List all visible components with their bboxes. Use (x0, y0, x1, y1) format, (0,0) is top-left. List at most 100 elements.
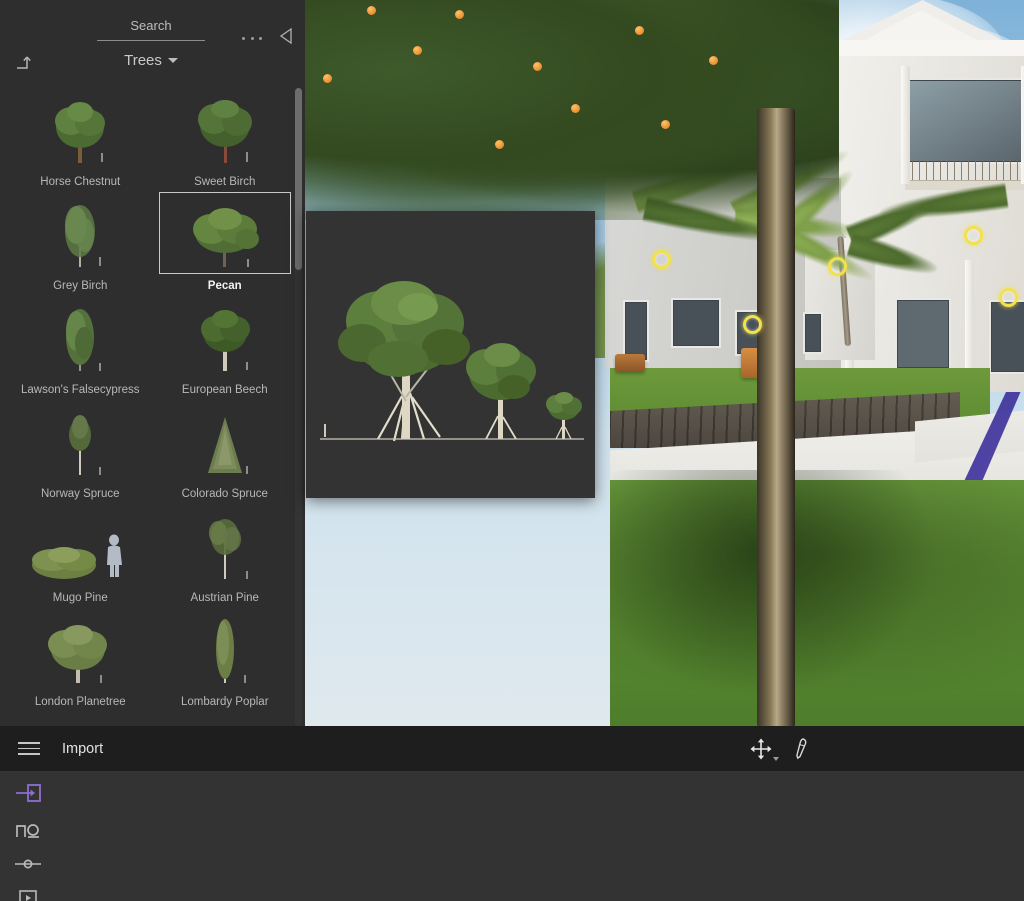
asset-label: Grey Birch (53, 280, 108, 292)
preview-tree-render (320, 281, 584, 442)
asset-thumbnail (153, 710, 298, 726)
settings-tab[interactable] (11, 856, 45, 872)
asset-label: Mugo Pine (52, 592, 108, 604)
import-panel: Import SKP ...winmotiontest02 (0, 771, 1024, 901)
asset-item-european-beech[interactable]: European Beech (153, 294, 298, 398)
balcony-railing (905, 160, 1023, 182)
scene-hotspot[interactable] (964, 226, 983, 245)
asset-item-london-planetree[interactable]: London Planetree (8, 606, 153, 710)
toolbar-title: Import (62, 740, 104, 757)
window (671, 298, 721, 348)
asset-item-grey-birch[interactable]: Grey Birch (8, 190, 153, 294)
collapse-panel-button[interactable] (279, 27, 295, 50)
tree-thumbnail-icon (208, 519, 248, 579)
asset-label: Colorado Spruce (181, 488, 268, 500)
asset-thumbnail (153, 86, 298, 173)
scrollbar-thumb[interactable] (295, 88, 302, 270)
asset-thumbnail (8, 294, 153, 381)
preview-tree-small (546, 392, 582, 440)
outdoor-bench (615, 354, 645, 372)
asset-label: London Planetree (34, 696, 126, 708)
playback-tab[interactable] (11, 887, 45, 901)
up-level-button[interactable] (12, 52, 32, 77)
slider-icon (15, 859, 41, 869)
bottom-toolbar: Import (0, 726, 1024, 771)
play-frame-icon (19, 890, 37, 901)
tree-thumbnail-icon (48, 625, 108, 683)
panel-tab-rail (0, 771, 56, 901)
asset-item-lombardy-poplar[interactable]: Lombardy Poplar (153, 606, 298, 710)
human-scale-figure (107, 534, 123, 577)
scene-hotspot[interactable] (999, 288, 1018, 307)
asset-item-mugo-pine[interactable]: Mugo Pine (8, 502, 153, 606)
asset-preview-panel (306, 211, 595, 498)
tree-thumbnail-icon (197, 100, 252, 163)
asset-label: Norway Spruce (40, 488, 120, 500)
scale-marker (324, 424, 326, 437)
asset-thumbnail (8, 606, 153, 693)
tree-thumbnail-icon (32, 534, 123, 579)
asset-browser-panel: Trees Horse Chestnut (0, 0, 305, 726)
pen-tool-button[interactable] (790, 736, 812, 762)
column (901, 66, 910, 184)
asset-thumbnail (8, 710, 153, 726)
fruit (635, 26, 644, 35)
toolbar-tools (748, 726, 812, 771)
window (803, 312, 823, 354)
hamburger-menu-icon (18, 747, 40, 750)
application-window: Trees Horse Chestnut (0, 0, 1024, 901)
fruit (495, 140, 504, 149)
asset-thumbnail (153, 398, 298, 485)
asset-label: Horse Chestnut (40, 176, 121, 188)
scene-hotspot[interactable] (743, 315, 762, 334)
import-tab[interactable] (11, 782, 45, 804)
collapse-panel-icon (279, 27, 292, 45)
window (895, 298, 951, 370)
asset-grid: Horse Chestnut Sweet Birch Grey Birch Pe… (0, 86, 305, 726)
fruit (661, 120, 670, 129)
hamburger-menu-icon (18, 753, 40, 755)
fruit (367, 6, 376, 15)
asset-item-austrian-pine[interactable]: Austrian Pine (153, 502, 298, 606)
hamburger-menu-button[interactable] (18, 738, 40, 759)
tree-thumbnail-icon (200, 310, 250, 371)
scene-hotspot[interactable] (828, 257, 847, 276)
asset-item-lawsons-falsecypress[interactable]: Lawson's Falsecypress (8, 294, 153, 398)
import-arrow-icon (16, 784, 41, 802)
asset-item-partial[interactable] (8, 710, 153, 726)
column (965, 260, 974, 378)
asset-item-partial[interactable] (153, 710, 298, 726)
tree-thumbnail-icon (69, 415, 102, 475)
move-arrows-icon (750, 738, 772, 759)
asset-item-sweet-birch[interactable]: Sweet Birch (153, 86, 298, 190)
asset-item-pecan[interactable]: Pecan (153, 190, 298, 294)
tree-thumbnail-icon (66, 309, 102, 371)
more-options-icon (242, 36, 245, 40)
fruit (413, 46, 422, 55)
asset-item-colorado-spruce[interactable]: Colorado Spruce (153, 398, 298, 502)
foreground-tree-trunk (757, 108, 795, 726)
asset-item-norway-spruce[interactable]: Norway Spruce (8, 398, 153, 502)
asset-label: Lawson's Falsecypress (20, 384, 140, 396)
chevron-down-icon (773, 756, 779, 761)
category-dropdown[interactable]: Trees (97, 52, 205, 69)
move-tool-button[interactable] (748, 736, 779, 762)
pen-icon (796, 737, 807, 759)
search-input[interactable] (97, 18, 205, 33)
asset-item-horse-chestnut[interactable]: Horse Chestnut (8, 86, 153, 190)
animation-tab[interactable] (11, 819, 45, 841)
asset-label: Austrian Pine (190, 592, 259, 604)
scene-hotspot[interactable] (652, 250, 671, 269)
more-options-button[interactable] (241, 30, 263, 46)
fruit (455, 10, 464, 19)
tree-thumbnail-icon (192, 208, 259, 267)
asset-thumbnail (153, 190, 298, 277)
asset-thumbnail (153, 606, 298, 693)
asset-label: European Beech (181, 384, 268, 396)
more-options-icon (259, 36, 262, 40)
asset-list-scrollbar[interactable] (295, 88, 302, 726)
fruit (709, 56, 718, 65)
up-level-icon (17, 56, 31, 69)
asset-browser-header: Trees (0, 0, 305, 86)
category-label: Trees (124, 52, 162, 69)
